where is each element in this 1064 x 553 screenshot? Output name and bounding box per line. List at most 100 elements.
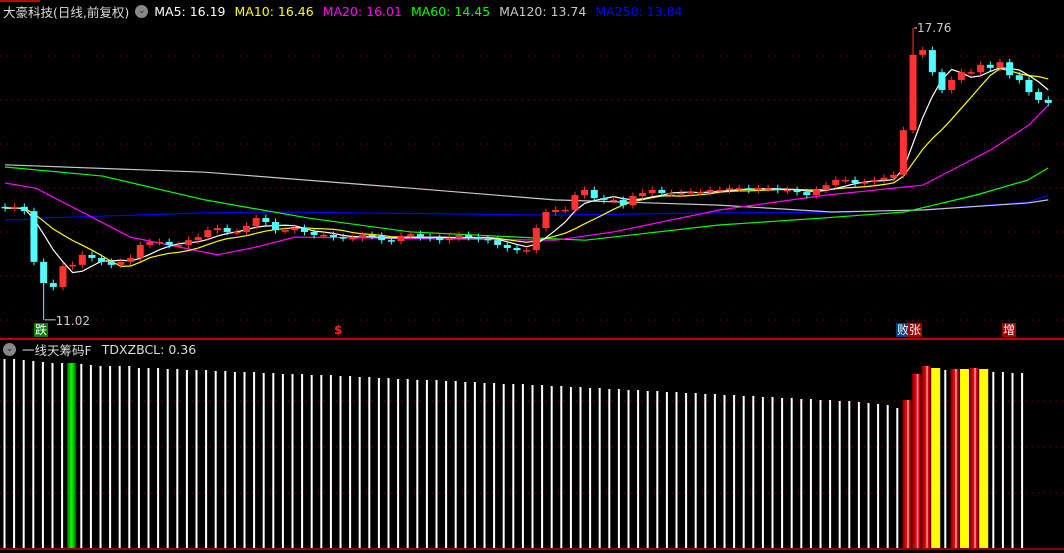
candle-down [774,188,782,190]
indicator-bar-white [579,387,582,548]
candle-down [503,244,511,248]
ma250-line [5,194,1049,221]
candle-up [812,189,820,196]
candle-down [1,206,9,209]
indicator-bar-white [502,384,505,548]
candle-up [523,250,531,252]
indicator-bar-white [761,397,764,548]
indicator-bar-white [1001,372,1004,548]
candle-up [320,234,328,237]
indicator-bar-white [608,389,611,548]
candle-down [465,234,473,238]
candle-up [861,182,869,184]
indicator-bar-white [243,372,246,548]
candle-up [69,264,77,267]
candle-down [416,234,424,238]
candle-up [397,235,405,242]
indicator-bar-white [1021,373,1024,548]
indicator-bar-white [176,369,179,548]
indicator-bar-white [272,373,275,548]
indicator-bars[interactable] [3,359,1024,548]
indicator-bar-white [445,381,448,548]
candle-up [552,209,560,213]
candle-up [697,192,705,194]
indicator-bar-white [752,396,755,548]
ma-lines [4,67,1049,274]
indicator-bar-white [3,359,6,548]
candle-down [387,240,395,242]
candle-down [600,198,608,200]
candle-up [890,174,898,178]
indicator-bar-white [589,388,592,548]
candle-down [368,234,376,237]
indicator-bar-white [387,378,390,548]
high-price-label: 17.76 [917,21,951,35]
indicator-bar-white [877,404,880,548]
signal-marker-dollar: $ [334,323,343,337]
indicator-bar-red [912,374,921,548]
candle-up [281,230,289,232]
candle-down [793,189,801,193]
candle-up [754,188,762,190]
candle-up [117,261,125,265]
candle-down [494,240,502,245]
candle-up [407,234,415,236]
candle-up [610,199,618,202]
chevron-down-icon[interactable]: ⌄ [135,5,149,18]
indicator-bar-red [902,400,912,548]
candle-up [948,79,956,90]
indicator-bar-white [781,398,784,548]
candle-up [455,234,463,239]
indicator-bar-white [512,384,515,548]
candle-up [243,225,250,232]
indicator-bar-white [61,363,64,548]
candle-up [204,230,212,238]
candle-down [1035,92,1043,100]
indicator-bar-white [406,379,409,548]
ma-legend-item: MA5: 16.19 [154,4,226,19]
indicator-bar-white [214,371,217,548]
indicator-bar-white [41,362,44,548]
low-price-label: 11.02 [56,314,90,328]
candle-up [706,189,714,193]
candle-down [474,237,482,239]
candle-down [513,247,521,251]
candle-down [49,283,57,287]
indicator-bar-white [89,365,92,548]
indicator-bar-white [51,363,54,548]
ma-legend-item: MA60: 14.45 [410,4,491,19]
indicator-bar-white [790,398,793,548]
ma-legend: MA5: 16.19 MA10: 16.46 MA20: 16.01 MA60: 14… [154,4,682,19]
candle-up [156,241,164,244]
indicator-bar-white [464,382,467,548]
indicator-bar-white [339,376,342,548]
candle-up [977,64,985,73]
indicator-title: 一线天筹码F [22,343,92,358]
candle-down [1044,99,1052,103]
candle-down [745,188,753,190]
indicator-bar-white [493,383,496,548]
ma-legend-item: MA20: 16.01 [322,4,402,19]
indicator-bar-red [969,368,979,548]
candle-up [185,240,193,245]
indicator-bar-white [291,374,294,548]
indicator-bar-white [473,382,476,548]
candle-up [716,189,724,192]
candle-up [194,237,202,241]
main-chart-header: 大豪科技(日线,前复权) ⌄ MA5: 16.19 MA10: 16.46 MA20… [3,2,683,21]
indicator-bar-white [771,397,774,548]
indicator-bar-white [867,403,870,548]
indicator-bar-white [80,364,83,548]
signal-marker-fall: 跌 [34,323,49,337]
indicator-bar-white [944,370,947,548]
chevron-down-icon[interactable]: ⌄ [3,343,16,356]
candle-up [11,206,19,209]
candle-up [291,228,299,231]
candle-up [919,50,927,55]
indicator-bar-red [921,366,931,548]
candle-down [20,206,28,212]
candle-up [687,192,695,194]
indicator-bar-white [281,374,284,548]
indicator-bar-white [147,368,150,548]
candle-up [581,189,589,196]
